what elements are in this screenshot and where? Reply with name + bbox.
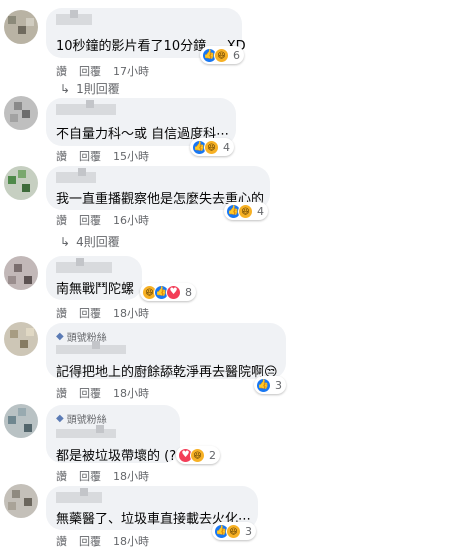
commenter-name-blurred[interactable] (56, 168, 96, 183)
reaction-summary[interactable]: 👍 😆 6 (200, 46, 244, 64)
like-action[interactable]: 讚 (56, 385, 67, 401)
like-icon: 👍 (256, 377, 271, 393)
reply-action[interactable]: 回覆 (79, 212, 101, 228)
reply-count-label: 4則回覆 (76, 235, 120, 249)
top-fan-label: 頭號粉絲 (66, 415, 107, 426)
avatar[interactable] (4, 10, 38, 44)
haha-icon: 😆 (204, 139, 219, 155)
reply-action[interactable]: 回覆 (79, 63, 101, 79)
avatar[interactable] (4, 96, 38, 130)
reaction-summary[interactable]: 👍 😆 4 (224, 202, 268, 220)
like-action[interactable]: 讚 (56, 533, 67, 549)
avatar[interactable] (4, 256, 38, 290)
comment-actions: 讚 回覆 18小時 (56, 305, 149, 321)
haha-icon: 😆 (226, 523, 241, 539)
timestamp[interactable]: 18小時 (113, 305, 149, 321)
like-action[interactable]: 讚 (56, 148, 67, 164)
reply-arrow-icon: ↳ (60, 81, 71, 96)
comment-actions: 讚 回覆 16小時 (56, 212, 149, 228)
haha-icon: 😆 (238, 203, 253, 219)
reply-action[interactable]: 回覆 (79, 468, 101, 484)
like-action[interactable]: 讚 (56, 212, 67, 228)
reaction-count: 4 (223, 140, 230, 154)
timestamp[interactable]: 18小時 (113, 385, 149, 401)
commenter-name-blurred[interactable] (56, 10, 92, 25)
comment-text: 都是被垃圾帶壞的 (? (56, 449, 177, 464)
avatar[interactable] (4, 322, 38, 356)
top-fan-label: 頭號粉絲 (66, 333, 107, 344)
reply-action[interactable]: 回覆 (79, 533, 101, 549)
comment-actions: 讚 回覆 18小時 (56, 385, 149, 401)
avatar[interactable] (4, 166, 38, 200)
reply-arrow-icon: ↳ (60, 234, 71, 249)
comment-actions: 讚 回覆 15小時 (56, 148, 149, 164)
reaction-summary[interactable]: 👍 😆 4 (190, 138, 234, 156)
reaction-count: 8 (185, 285, 192, 299)
comment-text: 記得把地上的廚餘舔乾淨再去醫院啊😒 (56, 365, 278, 380)
reaction-count: 2 (209, 448, 216, 462)
love-icon: ♥ (166, 284, 181, 300)
reaction-count: 6 (233, 48, 240, 62)
reaction-count: 3 (245, 524, 252, 538)
reaction-summary[interactable]: 👍 3 (254, 376, 286, 394)
view-replies-link[interactable]: ↳ 4則回覆 (60, 233, 120, 250)
reaction-summary[interactable]: ♥ 😆 2 (176, 446, 220, 464)
reply-action[interactable]: 回覆 (79, 148, 101, 164)
reply-count-label: 1則回覆 (76, 82, 120, 96)
avatar[interactable] (4, 404, 38, 438)
top-fan-badge[interactable]: ◆ 頭號粉絲 (56, 411, 107, 426)
comment-actions: 讚 回覆 17小時 (56, 63, 149, 79)
comment-bubble: 南無戰鬥陀螺 (46, 256, 142, 300)
haha-icon: 😆 (190, 447, 205, 463)
timestamp[interactable]: 16小時 (113, 212, 149, 228)
like-action[interactable]: 讚 (56, 468, 67, 484)
comment-bubble: ◆ 頭號粉絲 記得把地上的廚餘舔乾淨再去醫院啊😒 (46, 323, 286, 380)
comment-bubble: ◆ 頭號粉絲 都是被垃圾帶壞的 (? (46, 405, 180, 464)
reaction-summary[interactable]: 😆 👍 ♥ 8 (140, 283, 196, 301)
reply-action[interactable]: 回覆 (79, 385, 101, 401)
commenter-name-blurred[interactable] (56, 341, 126, 354)
like-action[interactable]: 讚 (56, 305, 67, 321)
comment-text: 南無戰鬥陀螺 (56, 282, 135, 297)
view-replies-link[interactable]: ↳ 1則回覆 (60, 80, 120, 97)
timestamp[interactable]: 17小時 (113, 63, 149, 79)
like-action[interactable]: 讚 (56, 63, 67, 79)
timestamp[interactable]: 18小時 (113, 468, 149, 484)
reaction-count: 3 (275, 378, 282, 392)
diamond-icon: ◆ (56, 331, 64, 342)
timestamp[interactable]: 15小時 (113, 148, 149, 164)
commenter-name-blurred[interactable] (56, 488, 102, 503)
haha-icon: 😆 (214, 47, 229, 63)
timestamp[interactable]: 18小時 (113, 533, 149, 549)
diamond-icon: ◆ (56, 413, 64, 424)
reply-action[interactable]: 回覆 (79, 305, 101, 321)
comment-actions: 讚 回覆 18小時 (56, 533, 149, 549)
comment-actions: 讚 回覆 18小時 (56, 468, 149, 484)
commenter-name-blurred[interactable] (56, 425, 116, 438)
reaction-summary[interactable]: 👍 😆 3 (212, 522, 256, 540)
reaction-count: 4 (257, 204, 264, 218)
avatar[interactable] (4, 484, 38, 518)
commenter-name-blurred[interactable] (56, 100, 116, 115)
commenter-name-blurred[interactable] (56, 258, 112, 273)
